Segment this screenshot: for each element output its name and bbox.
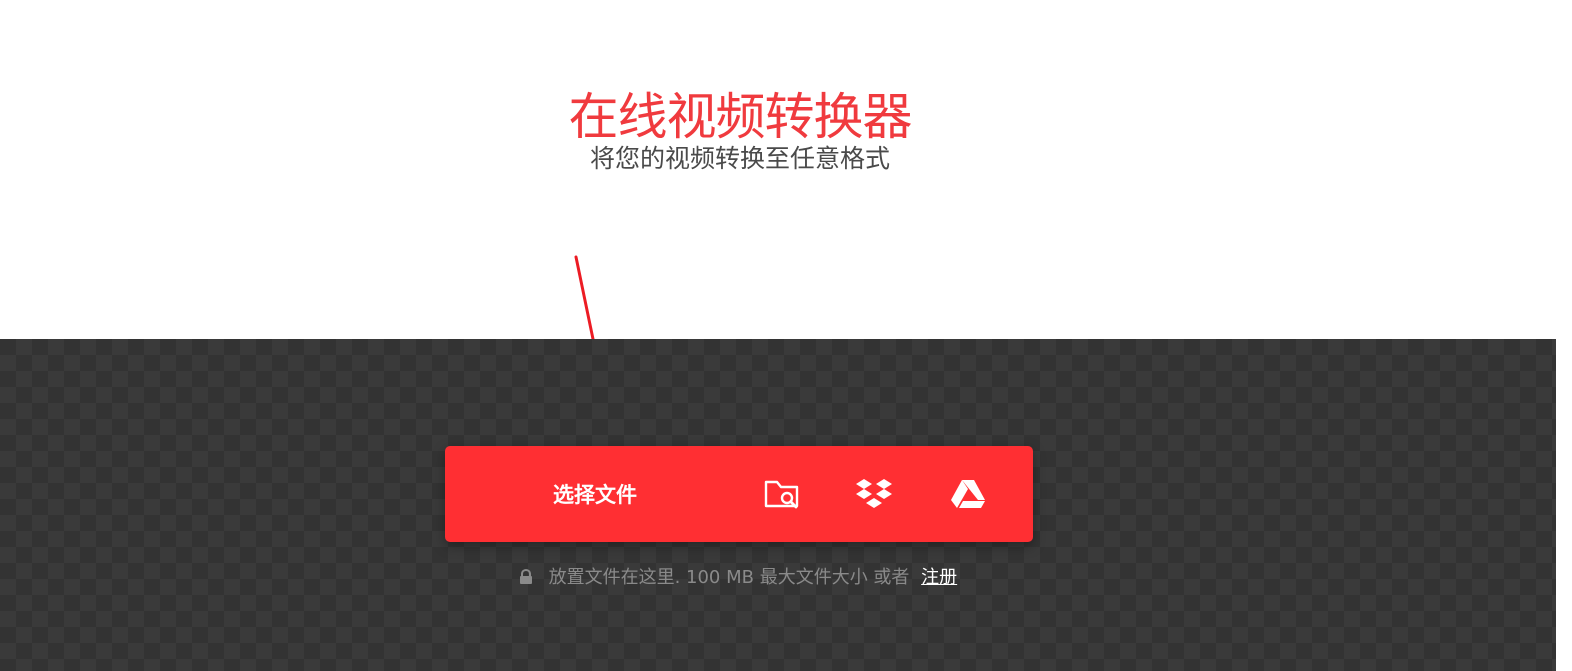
page: 在线视频转换器 将您的视频转换至任意格式 选择文件 放置文件在这里. 100 M… — [0, 0, 1572, 671]
dropbox-button[interactable] — [839, 446, 909, 542]
page-subtitle: 将您的视频转换至任意格式 — [589, 144, 890, 173]
drop-hint: 放置文件在这里. 100 MB 最大文件大小 或者 注册 — [0, 565, 1476, 591]
hero-section: 在线视频转换器 将您的视频转换至任意格式 — [0, 0, 1556, 389]
page-title: 在线视频转换器 — [568, 87, 913, 146]
dropbox-icon — [856, 479, 892, 508]
lock-icon — [519, 569, 532, 584]
local-folder-search-button[interactable] — [747, 446, 817, 542]
choose-file-label: 选择文件 — [553, 483, 637, 507]
google-drive-icon — [951, 480, 985, 508]
choose-file-button[interactable]: 选择文件 — [445, 446, 745, 542]
page-edge — [1556, 0, 1572, 671]
register-link[interactable]: 注册 — [921, 567, 957, 588]
upload-bar: 选择文件 — [445, 446, 1033, 542]
google-drive-button[interactable] — [933, 446, 1003, 542]
folder-search-icon — [764, 480, 799, 509]
upload-section: 选择文件 放置文件在这里. 100 MB 最大文件大小 或者 注册 — [0, 339, 1556, 671]
drop-hint-text: 放置文件在这里. 100 MB 最大文件大小 或者 — [548, 567, 910, 588]
